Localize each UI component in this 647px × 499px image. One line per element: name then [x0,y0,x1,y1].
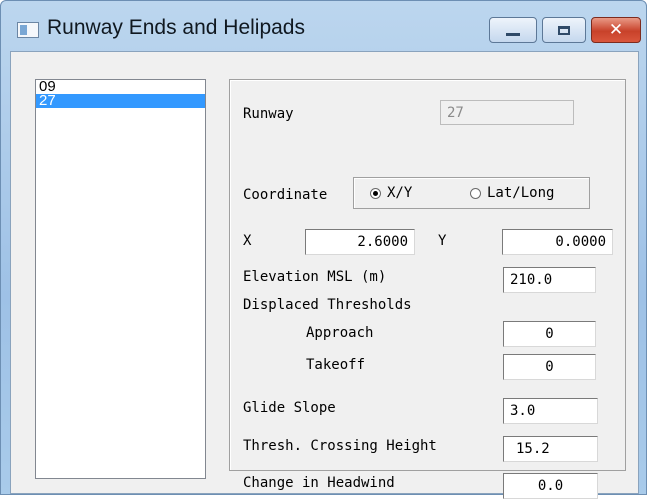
displaced-thresholds-heading: Displaced Thresholds [243,297,412,313]
close-button[interactable]: ✕ [591,17,641,43]
radio-lat-long-label: Lat/Long [487,185,555,201]
elevation-label: Elevation MSL (m) [243,269,387,285]
list-item-09[interactable]: 09 [36,79,205,94]
coordinates-radio-group: X/Y Lat/Long [353,177,590,209]
x-label: X [243,233,252,249]
title-bar[interactable]: Runway Ends and Helipads ✕ [1,1,646,51]
radio-lat-long-indicator [470,187,481,199]
takeoff-field[interactable]: 0 [503,354,596,380]
thresh-crossing-height-field[interactable]: 15.2 [503,436,598,462]
glide-slope-label: Glide Slope [243,400,336,416]
dialog-window: Runway Ends and Helipads ✕ 09 27 Runway … [0,0,647,499]
y-label: Y [438,233,447,249]
change-in-headwind-field[interactable]: 0.0 [503,473,598,499]
approach-label: Approach [306,325,374,341]
radio-xy-label: X/Y [387,185,413,201]
dialog-client-area: 09 27 Runway 27 Coordinate X/Y Lat/Long … [10,51,639,499]
runway-end-properties-panel: Runway 27 Coordinate X/Y Lat/Long X 2.60… [229,79,626,499]
thresh-crossing-height-label: Thresh. Crossing Height [243,438,437,454]
maximize-button[interactable] [542,17,586,43]
close-icon: ✕ [608,19,624,40]
radio-xy-indicator [370,187,381,199]
approach-field[interactable]: 0 [503,321,596,347]
coordinates-label: Coordinate [243,187,328,203]
glide-slope-field[interactable]: 3.0 [503,398,598,424]
maximize-icon [558,25,570,35]
takeoff-label: Takeoff [306,357,366,373]
window-title: Runway Ends and Helipads [47,16,305,39]
minimize-icon [506,32,520,36]
radio-lat-long[interactable]: Lat/Long [470,185,554,201]
elevation-field[interactable]: 210.0 [503,267,596,293]
x-field[interactable]: 2.6000 [305,229,415,255]
minimize-button[interactable] [489,17,537,43]
change-in-headwind-label: Change in Headwind [243,475,395,491]
runway-label: Runway [243,106,294,122]
window-app-icon [17,22,39,38]
runway-field: 27 [440,100,574,125]
y-field[interactable]: 0.0000 [502,229,613,255]
radio-xy[interactable]: X/Y [370,185,412,201]
runway-end-list[interactable]: 09 27 [35,79,206,479]
list-item-27[interactable]: 27 [36,93,205,108]
